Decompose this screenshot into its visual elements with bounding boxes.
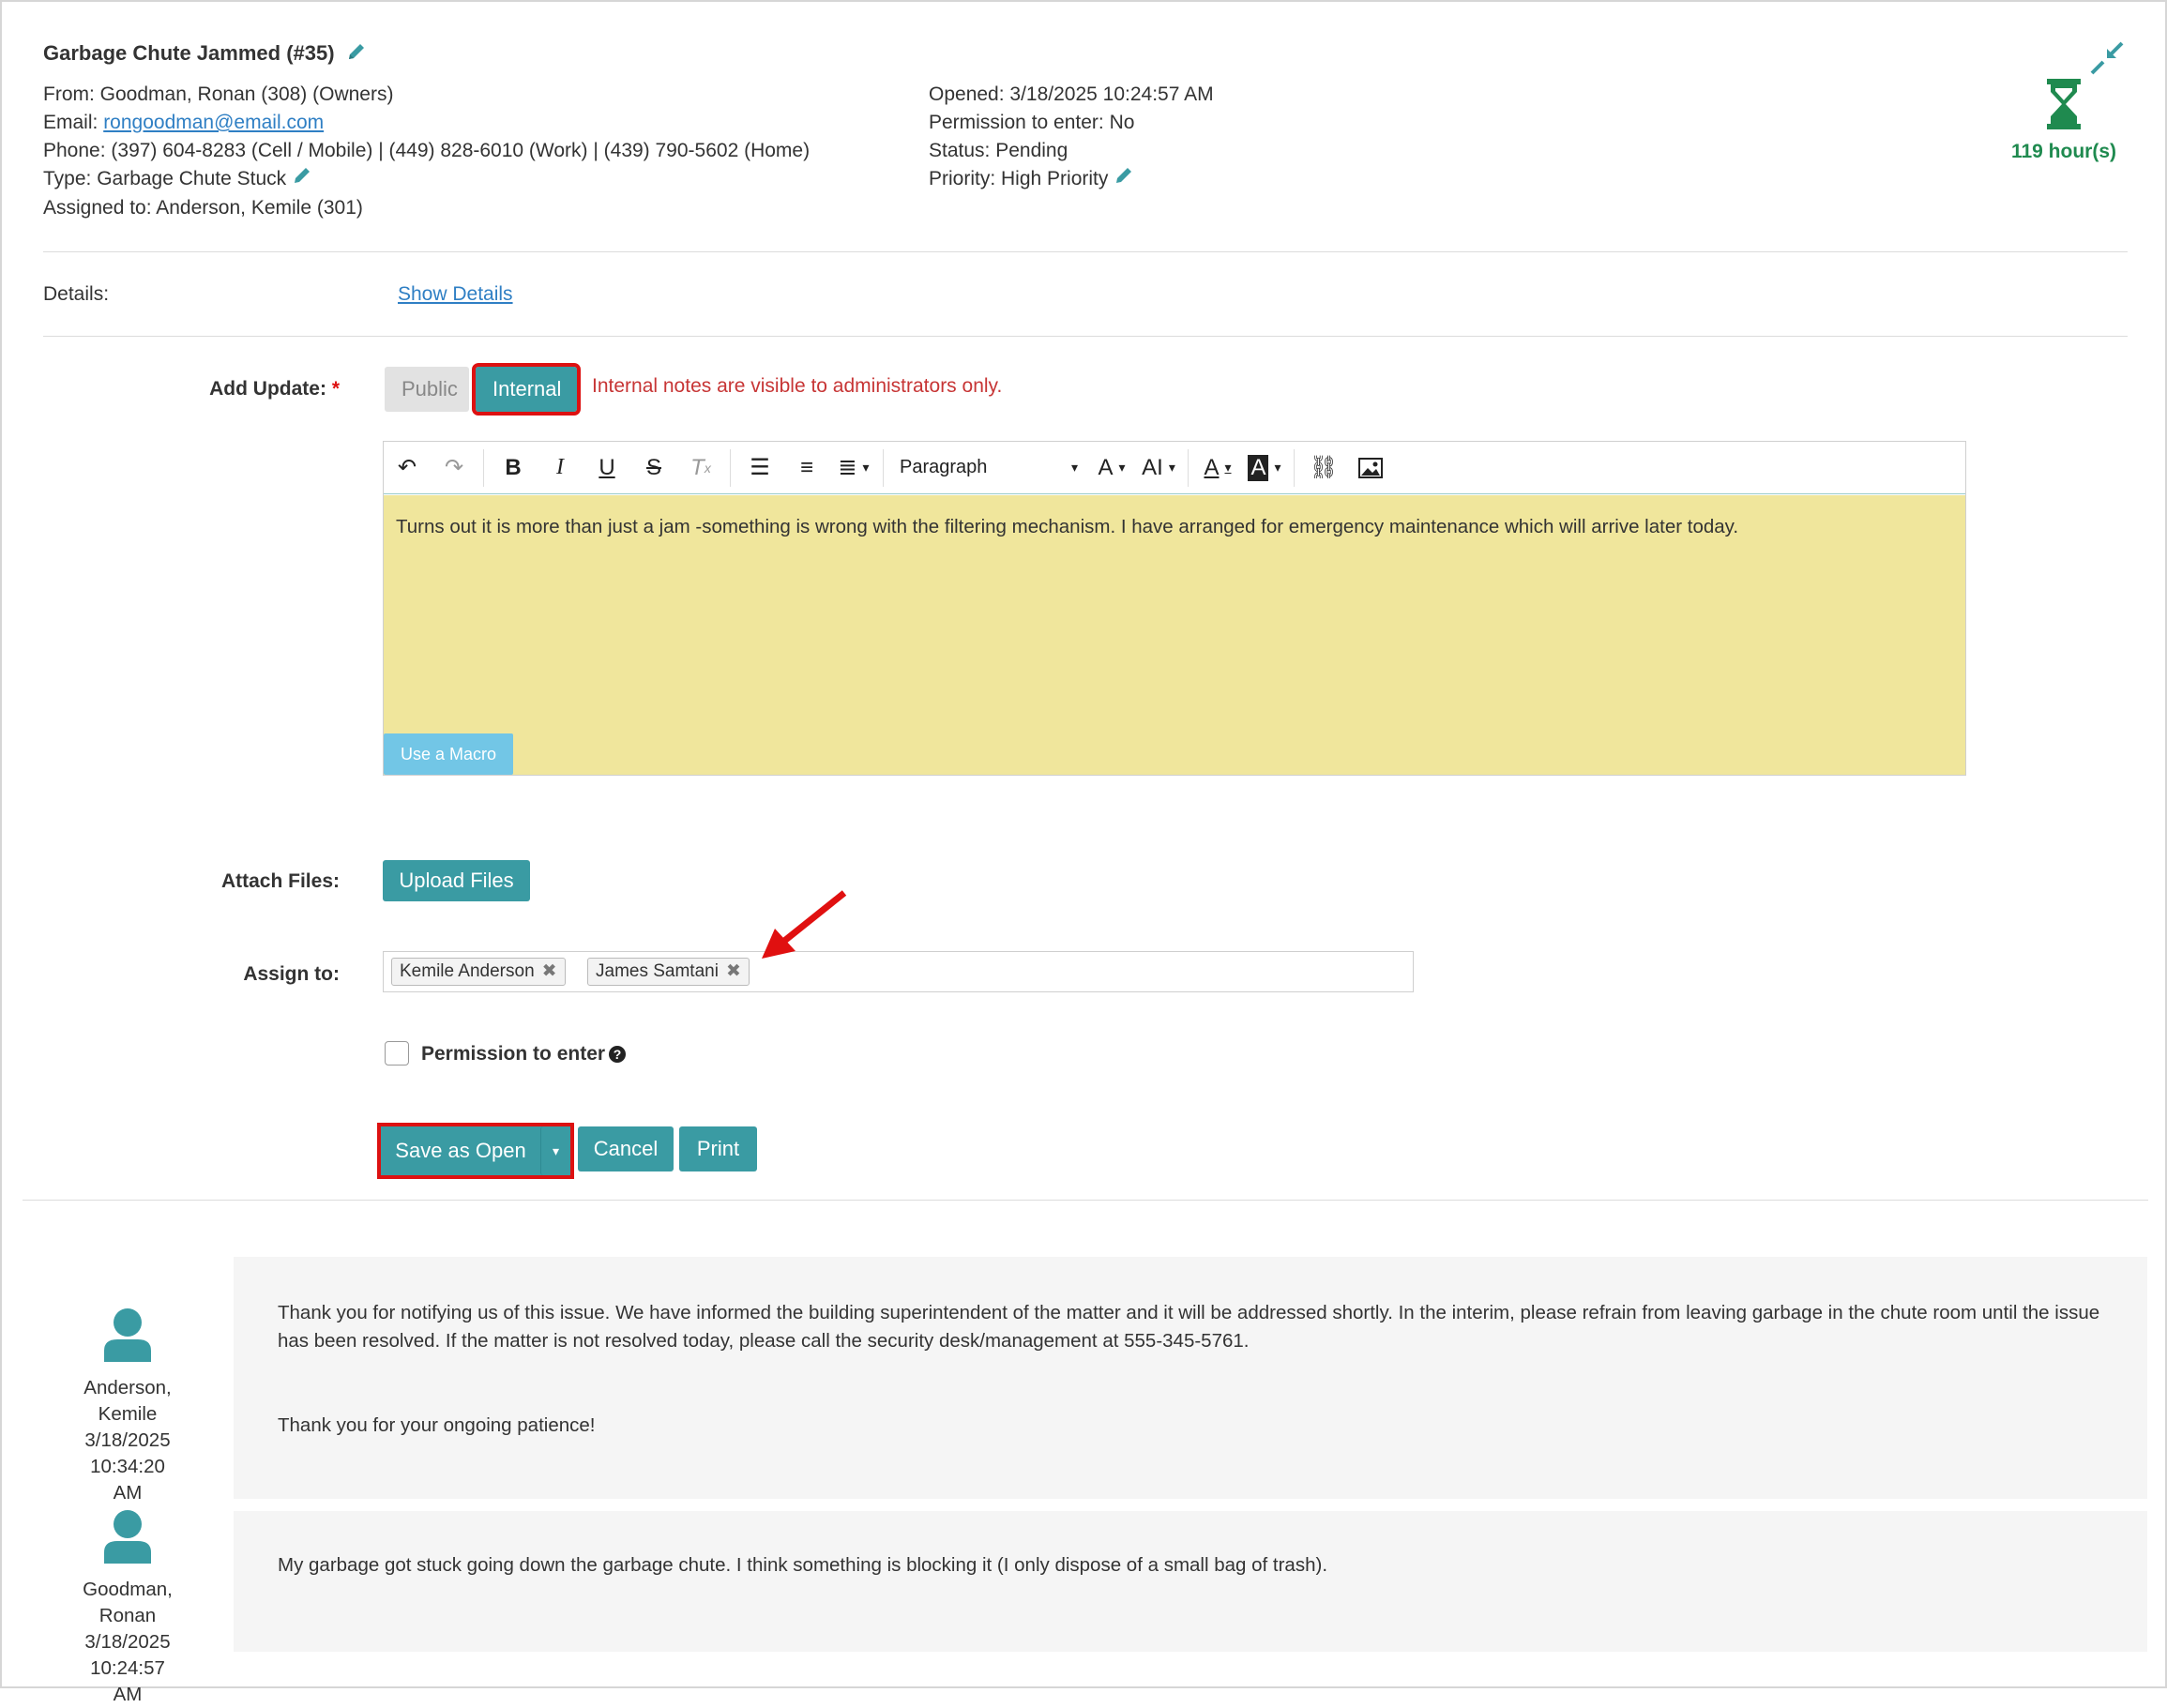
save-as-open-button[interactable]: Save as Open (381, 1126, 540, 1175)
remove-chip-icon[interactable]: ✖ (542, 961, 557, 981)
divider (23, 1200, 2148, 1201)
permission-line: Permission to enter: No (929, 112, 1135, 133)
numbered-list-icon[interactable]: ≡ (786, 449, 827, 487)
bullet-list-icon[interactable]: ☰ (739, 449, 780, 487)
edit-title-icon[interactable] (346, 41, 367, 68)
timer-label: 119 hour(s) (2010, 141, 2117, 162)
collapse-icon[interactable] (2090, 41, 2124, 81)
assign-multiselect[interactable]: Kemile Anderson ✖ James Samtani ✖ (383, 951, 1414, 992)
font-family-icon[interactable]: A ▾ (1091, 449, 1132, 487)
underline-icon[interactable]: U (586, 449, 628, 487)
help-icon[interactable]: ? (609, 1046, 627, 1064)
save-dropdown-caret-icon[interactable]: ▾ (540, 1126, 570, 1175)
comment-body: My garbage got stuck going down the garb… (234, 1511, 2147, 1652)
type-line: Type: Garbage Chute Stuck (43, 165, 810, 194)
rich-text-editor: ↶ ↷ B I U S Tx ☰ ≡ ≣ ▾ Paragraph ▾ A ▾ AI ▾ … (383, 441, 1966, 776)
editor-content[interactable]: Turns out it is more than just a jam -so… (384, 495, 1965, 775)
divider (43, 336, 2128, 337)
assigned-line: Assigned to: Anderson, Kemile (301) (43, 197, 363, 219)
ticket-info-right: Opened: 3/18/2025 10:24:57 AM Permission… (929, 81, 1214, 194)
permission-label: Permission to enter? (421, 1043, 627, 1066)
assignee-chip: Kemile Anderson ✖ (391, 958, 566, 986)
email-link[interactable]: rongoodman@email.com (103, 112, 324, 133)
from-line: From: Goodman, Ronan (308) (Owners) (43, 83, 394, 105)
comment-body: Thank you for notifying us of this issue… (234, 1257, 2147, 1499)
public-toggle-button[interactable]: Public (385, 367, 469, 412)
comment-author: Goodman, Ronan 3/18/2025 10:24:57 AM (62, 1509, 193, 1708)
show-details-link[interactable]: Show Details (398, 283, 513, 306)
user-avatar-icon (62, 1307, 193, 1369)
user-avatar-icon (62, 1509, 193, 1571)
upload-files-button[interactable]: Upload Files (383, 860, 530, 901)
phone-line: Phone: (397) 604-8283 (Cell / Mobile) | … (43, 140, 811, 161)
comment-author: Anderson, Kemile 3/18/2025 10:34:20 AM (62, 1307, 193, 1506)
edit-type-icon[interactable] (292, 165, 312, 194)
status-line: Status: Pending (929, 140, 1068, 161)
editor-toolbar: ↶ ↷ B I U S Tx ☰ ≡ ≣ ▾ Paragraph ▾ A ▾ AI ▾ … (384, 442, 1965, 494)
clear-format-icon[interactable]: Tx (680, 449, 721, 487)
assign-to-label: Assign to: (243, 963, 340, 985)
sla-timer: 119 hour(s) (1991, 79, 2137, 163)
highlight-color-icon[interactable]: A ▾ (1244, 449, 1285, 487)
ticket-title: Garbage Chute Jammed (#35) (43, 41, 367, 68)
internal-toggle-button[interactable]: Internal (472, 363, 581, 416)
italic-icon[interactable]: I (539, 449, 581, 487)
details-label: Details: (43, 283, 110, 305)
undo-icon[interactable]: ↶ (386, 449, 428, 487)
save-button-group: Save as Open ▾ (377, 1123, 574, 1179)
link-icon[interactable]: ⛓ (1303, 449, 1344, 487)
opened-line: Opened: 3/18/2025 10:24:57 AM (929, 83, 1214, 105)
remove-chip-icon[interactable]: ✖ (726, 961, 741, 981)
internal-note-text: Internal notes are visible to administra… (592, 375, 1003, 397)
use-macro-button[interactable]: Use a Macro (384, 733, 514, 775)
ticket-info-left: From: Goodman, Ronan (308) (Owners) Emai… (43, 81, 810, 222)
cancel-button[interactable]: Cancel (578, 1126, 674, 1171)
print-button[interactable]: Print (679, 1126, 757, 1171)
align-icon[interactable]: ≣ ▾ (833, 449, 874, 487)
font-size-icon[interactable]: AI ▾ (1138, 449, 1179, 487)
red-arrow-annotation-icon (758, 887, 852, 968)
attach-files-label: Attach Files: (220, 870, 340, 892)
add-update-label: Add Update: * (209, 378, 340, 400)
divider (43, 251, 2128, 252)
image-icon[interactable] (1350, 449, 1391, 487)
redo-icon[interactable]: ↷ (433, 449, 475, 487)
hourglass-icon (1991, 79, 2137, 135)
assignee-chip: James Samtani ✖ (587, 958, 750, 986)
strikethrough-icon[interactable]: S (633, 449, 674, 487)
edit-priority-icon[interactable] (1114, 165, 1134, 194)
permission-checkbox[interactable] (385, 1041, 409, 1066)
priority-line: Priority: High Priority (929, 165, 1214, 194)
bold-icon[interactable]: B (492, 449, 534, 487)
paragraph-select[interactable]: Paragraph ▾ (892, 449, 1085, 487)
email-line: Email: rongoodman@email.com (43, 112, 325, 133)
text-color-icon[interactable]: A ▾ (1197, 449, 1238, 487)
